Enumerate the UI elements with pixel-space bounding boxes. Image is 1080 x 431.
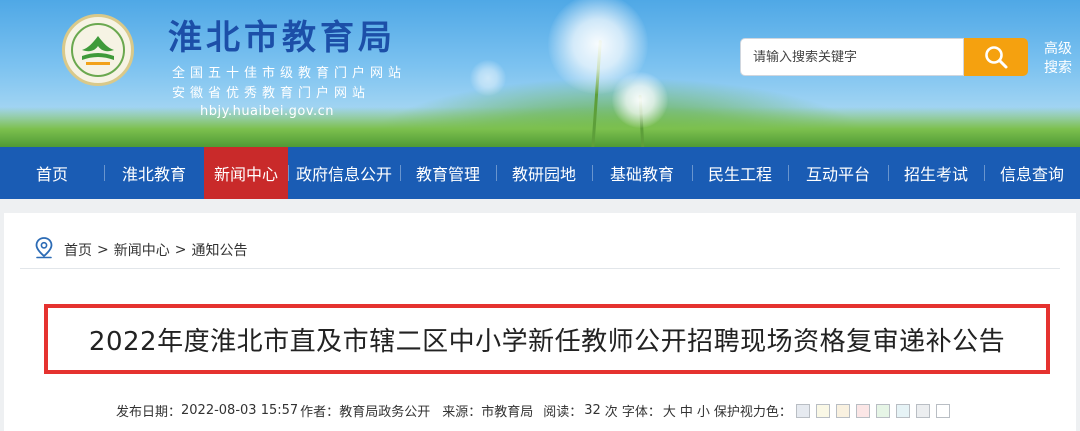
nav-item-8[interactable]: 互动平台 (788, 147, 888, 199)
main-nav: 首页 淮北教育 新闻中心 政府信息公开 教育管理 教研园地 基础教育 民生工程 互动平台 招生考试… (0, 147, 1080, 199)
article-title: 2022年度淮北市直及市辖二区中小学新任教师公开招聘现场资格复审递补公告 (88, 326, 1006, 357)
page: 淮北市教育局 全国五十佳市级教育门户网站 安徽省优秀教育门户网站 hbjy.hu… (0, 0, 1080, 431)
eye-color-swatch-0[interactable] (795, 403, 810, 418)
nav-item-7[interactable]: 民生工程 (692, 147, 788, 199)
font-label: 字体： (621, 405, 661, 420)
breadcrumb-item-0[interactable]: 首页 (64, 240, 92, 260)
site-subtitle-2: 安徽省优秀教育门户网站 (172, 86, 371, 101)
search-input[interactable] (753, 49, 953, 65)
author-label: 作者： (300, 405, 340, 420)
dandelion-decoration (612, 72, 668, 128)
nav-item-1[interactable]: 淮北教育 (104, 147, 204, 199)
breadcrumb-item-1[interactable]: 新闻中心 (114, 240, 170, 260)
site-title: 淮北市教育局 (168, 18, 396, 58)
eye-color-swatch-2[interactable] (835, 403, 850, 418)
nav-item-10[interactable]: 信息查询 (984, 147, 1080, 199)
reads-unit: 次 (604, 405, 618, 420)
eye-color-swatch-5[interactable] (895, 403, 910, 418)
nav-item-5[interactable]: 教研园地 (496, 147, 592, 199)
advanced-search-link[interactable]: 高级搜索 (1040, 40, 1076, 78)
eye-color-swatch-6[interactable] (915, 403, 930, 418)
breadcrumb-item-2[interactable]: 通知公告 (191, 240, 247, 260)
eye-color-swatch-3[interactable] (855, 403, 870, 418)
search-icon (985, 46, 1008, 69)
location-pin-icon (34, 236, 54, 263)
search-box (740, 38, 964, 76)
article-meta: 发布日期： 2022-08-03 15:57 作者： 教育局政务公开 来源： 市… (116, 401, 956, 420)
education-bureau-seal-icon (71, 23, 125, 77)
nav-item-2[interactable]: 新闻中心 (204, 147, 288, 199)
breadcrumb-separator: > (97, 241, 109, 258)
reads-count: 32 (584, 403, 601, 418)
nav-item-3[interactable]: 政府信息公开 (288, 147, 400, 199)
eye-color-swatch-4[interactable] (875, 403, 890, 418)
search-button[interactable] (964, 38, 1028, 76)
site-subtitle-1: 全国五十佳市级教育门户网站 (172, 66, 407, 81)
content-card: 首页 > 新闻中心 > 通知公告 2022年度淮北市直及市辖二区中小学新任教师公开招聘现… (4, 213, 1076, 431)
source-label: 来源： (442, 405, 482, 420)
source-value: 市教育局 (481, 405, 534, 420)
site-domain: hbjy.huaibei.gov.cn (200, 104, 335, 119)
nav-item-4[interactable]: 教育管理 (400, 147, 496, 199)
eye-protect-label: 保护视力色： (713, 405, 792, 420)
eye-color-swatches (795, 403, 956, 418)
nav-item-6[interactable]: 基础教育 (592, 147, 692, 199)
eye-color-swatch-1[interactable] (815, 403, 830, 418)
header-banner: 淮北市教育局 全国五十佳市级教育门户网站 安徽省优秀教育门户网站 hbjy.hu… (0, 0, 1080, 147)
breadcrumb: 首页 > 新闻中心 > 通知公告 (20, 231, 1060, 269)
reads-label: 阅读： (543, 405, 583, 420)
nav-item-9[interactable]: 招生考试 (888, 147, 984, 199)
date-label: 发布日期： (116, 405, 182, 420)
font-size-medium[interactable]: 中 (680, 401, 693, 420)
site-logo[interactable] (62, 14, 134, 86)
font-size-small[interactable]: 小 (697, 401, 710, 420)
font-size-large[interactable]: 大 (663, 401, 676, 420)
author-value: 教育局政务公开 (339, 405, 431, 420)
eye-color-swatch-7[interactable] (935, 403, 950, 418)
banner-grass (0, 107, 1080, 147)
nav-item-0[interactable]: 首页 (0, 147, 104, 199)
article-title-frame: 2022年度淮北市直及市辖二区中小学新任教师公开招聘现场资格复审递补公告 (44, 304, 1050, 374)
breadcrumb-separator: > (174, 241, 187, 258)
publish-date: 2022-08-03 15:57 (181, 403, 299, 418)
dandelion-decoration (470, 60, 506, 96)
